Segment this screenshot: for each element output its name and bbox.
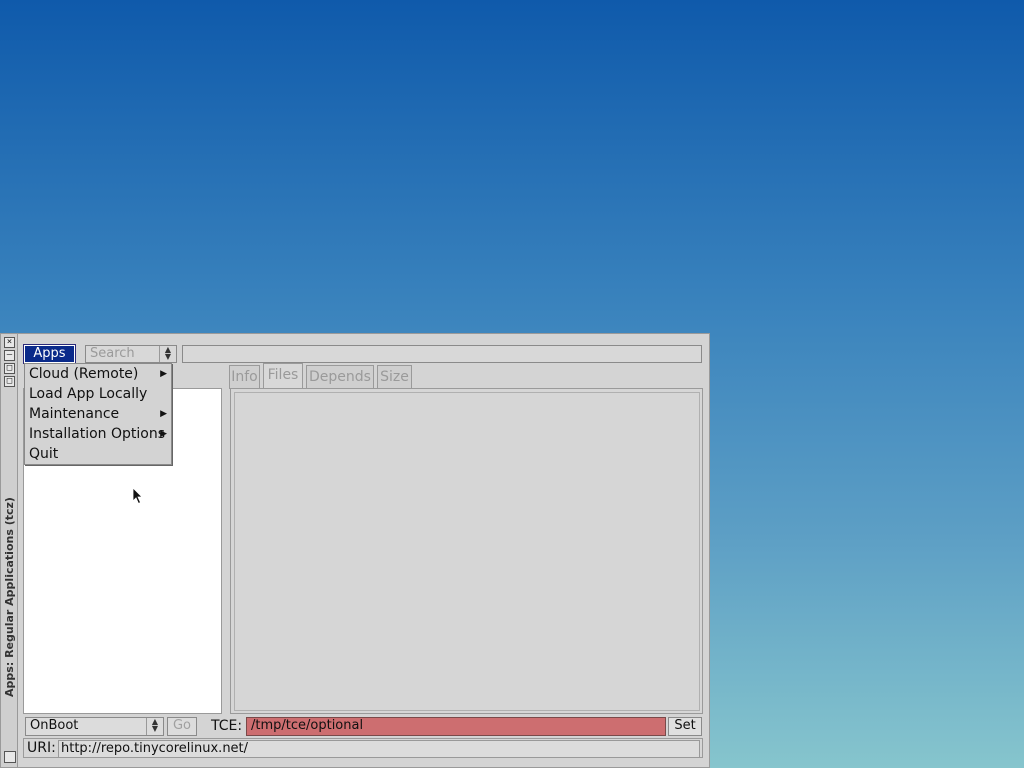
mouse-pointer-icon: [132, 487, 143, 505]
uri-field[interactable]: http://repo.tinycorelinux.net/: [58, 740, 700, 758]
submenu-arrow-icon: ▶: [160, 429, 167, 439]
tce-label: TCE:: [211, 718, 243, 734]
updown-arrows-icon[interactable]: ▲ ▼: [146, 718, 163, 735]
install-mode-select[interactable]: OnBoot ▲ ▼: [25, 717, 164, 736]
search-mode-label: Search: [90, 346, 135, 361]
maximize-icon[interactable]: □: [4, 363, 15, 374]
updown-arrows-icon[interactable]: ▲ ▼: [159, 346, 176, 362]
minimize-icon[interactable]: —: [4, 350, 15, 361]
go-button[interactable]: Go: [167, 717, 197, 736]
uri-row: URI: http://repo.tinycorelinux.net/: [23, 738, 703, 758]
uri-label: URI:: [27, 740, 56, 756]
restore-icon[interactable]: □: [4, 376, 15, 387]
resize-corner-icon[interactable]: [4, 751, 16, 763]
tab-size[interactable]: Size: [377, 365, 412, 389]
search-input[interactable]: [182, 345, 702, 363]
files-output[interactable]: [234, 392, 700, 711]
tab-depends[interactable]: Depends: [306, 365, 374, 389]
tce-path-field[interactable]: /tmp/tce/optional: [246, 717, 666, 736]
search-mode-select[interactable]: Search ▲ ▼: [85, 345, 177, 363]
tab-panel: [230, 388, 703, 714]
close-icon[interactable]: ×: [4, 337, 15, 348]
menu-item-maintenance[interactable]: Maintenance ▶: [29, 404, 169, 424]
tab-files[interactable]: Files: [263, 363, 303, 389]
menu-item-quit[interactable]: Quit: [29, 444, 169, 464]
window-titlebar[interactable]: × — □ □ Apps: Regular Applications (tcz): [1, 334, 18, 767]
apps-menu-button[interactable]: Apps: [23, 344, 76, 364]
menu-item-load-app-locally[interactable]: Load App Locally: [29, 384, 169, 404]
submenu-arrow-icon: ▶: [160, 409, 167, 419]
menu-item-installation-options[interactable]: Installation Options ▶: [29, 424, 169, 444]
set-button[interactable]: Set: [668, 717, 702, 736]
submenu-arrow-icon: ▶: [160, 369, 167, 379]
window-title: Apps: Regular Applications (tcz): [3, 497, 16, 697]
tab-info[interactable]: Info: [229, 365, 260, 389]
install-mode-label: OnBoot: [30, 718, 79, 733]
menu-item-cloud-remote[interactable]: Cloud (Remote) ▶: [29, 364, 169, 384]
apps-dropdown-menu: Cloud (Remote) ▶ Load App Locally Mainte…: [24, 363, 172, 465]
